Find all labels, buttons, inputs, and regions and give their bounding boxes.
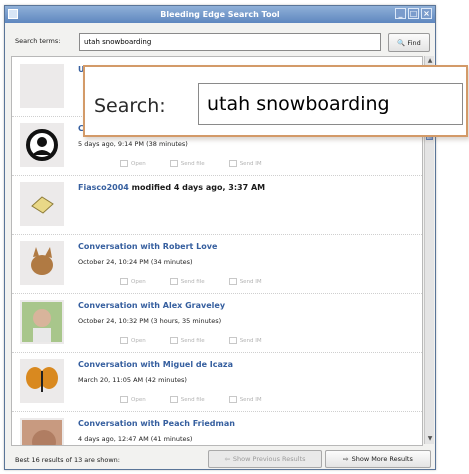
- search-row: Search terms: 🔍 Find: [5, 28, 435, 54]
- person-photo-icon: [22, 420, 62, 445]
- result-actions: Open Send file Send IM: [120, 278, 262, 285]
- result-subtitle: 4 days ago, 12:47 AM (41 minutes): [78, 435, 193, 443]
- scroll-down-icon[interactable]: ▼: [426, 435, 434, 443]
- result-thumbnail: [20, 123, 64, 167]
- minimize-button[interactable]: _: [395, 8, 406, 19]
- find-icon: 🔍: [397, 38, 406, 47]
- send-im-action[interactable]: Send IM: [229, 160, 262, 167]
- search-overlay-label: Search:: [94, 95, 166, 117]
- result-subtitle: March 20, 11:05 AM (42 minutes): [78, 376, 187, 384]
- butterfly-icon: [26, 367, 58, 392]
- result-thumbnail: [20, 64, 64, 108]
- search-input[interactable]: [79, 33, 381, 51]
- send-im-action[interactable]: Send IM: [229, 337, 262, 344]
- result-title[interactable]: Conversation with Alex Graveley: [78, 301, 225, 310]
- open-action[interactable]: Open: [120, 396, 146, 403]
- result-title[interactable]: Conversation with Peach Friedman: [78, 419, 235, 428]
- result-title[interactable]: Conversation with Robert Love: [78, 242, 217, 251]
- result-row[interactable]: Conversation with Peach Friedman 4 days …: [12, 411, 422, 445]
- maximize-button[interactable]: □: [408, 8, 419, 19]
- scroll-up-icon[interactable]: ▲: [426, 57, 434, 65]
- result-row[interactable]: Conversation with Robert Love October 24…: [12, 234, 422, 294]
- result-title-link[interactable]: Fiasco2004: [78, 183, 129, 192]
- send-file-action[interactable]: Send file: [170, 337, 205, 344]
- window-title: Bleeding Edge Search Tool: [160, 10, 280, 19]
- result-thumbnail: [20, 359, 64, 403]
- send-im-action[interactable]: Send IM: [229, 278, 262, 285]
- result-thumbnail: [20, 241, 64, 285]
- title-bar[interactable]: Bleeding Edge Search Tool _ □ ×: [5, 6, 435, 23]
- result-title[interactable]: Fiasco2004 modified 4 days ago, 3:37 AM: [78, 183, 265, 192]
- open-action[interactable]: Open: [120, 160, 146, 167]
- result-actions: Open Send file Send IM: [120, 396, 262, 403]
- result-title[interactable]: Conversation with Miguel de Icaza: [78, 360, 233, 369]
- find-button[interactable]: 🔍 Find: [388, 33, 430, 52]
- result-thumbnail: [20, 182, 64, 226]
- result-thumbnail: [20, 418, 64, 445]
- send-file-action[interactable]: Send file: [170, 160, 205, 167]
- send-file-action[interactable]: Send file: [170, 396, 205, 403]
- result-row[interactable]: Conversation with Alex Graveley October …: [12, 293, 422, 353]
- show-more-label: Show More Results: [351, 455, 413, 463]
- search-zoom-overlay: Search:: [83, 65, 468, 137]
- show-previous-results-button[interactable]: ⇦ Show Previous Results: [208, 450, 322, 468]
- show-previous-label: Show Previous Results: [232, 455, 306, 463]
- search-label: Search terms:: [15, 37, 61, 45]
- result-row[interactable]: Fiasco2004 modified 4 days ago, 3:37 AM: [12, 175, 422, 235]
- result-actions: Open Send file Send IM: [120, 337, 262, 344]
- search-overlay-input[interactable]: [198, 83, 463, 125]
- open-action[interactable]: Open: [120, 337, 146, 344]
- open-action[interactable]: Open: [120, 278, 146, 285]
- result-subtitle: October 24, 10:32 PM (3 hours, 35 minute…: [78, 317, 222, 325]
- send-file-action[interactable]: Send file: [170, 278, 205, 285]
- footer: Best 16 results of 13 are shown: ⇦ Show …: [5, 446, 435, 469]
- person-photo-icon: [22, 302, 62, 342]
- next-arrow-icon: ⇨: [343, 455, 349, 463]
- result-thumbnail: [20, 300, 64, 344]
- result-subtitle: 5 days ago, 9:14 PM (38 minutes): [78, 140, 188, 148]
- window-controls: _ □ ×: [395, 8, 432, 19]
- app-icon: [8, 9, 18, 19]
- result-title-text: modified 4 days ago, 3:37 AM: [128, 183, 266, 192]
- results-summary: Best 16 results of 13 are shown:: [15, 456, 120, 464]
- result-subtitle: October 24, 10:24 PM (34 minutes): [78, 258, 193, 266]
- show-more-results-button[interactable]: ⇨ Show More Results: [325, 450, 431, 468]
- find-label: Find: [407, 38, 421, 47]
- notes-icon: [31, 196, 54, 214]
- close-button[interactable]: ×: [421, 8, 432, 19]
- send-im-action[interactable]: Send IM: [229, 396, 262, 403]
- result-row[interactable]: Conversation with Miguel de Icaza March …: [12, 352, 422, 412]
- person-icon: [26, 129, 58, 161]
- prev-arrow-icon: ⇦: [224, 455, 230, 463]
- result-actions: Open Send file Send IM: [120, 160, 262, 167]
- cat-icon: [31, 247, 53, 275]
